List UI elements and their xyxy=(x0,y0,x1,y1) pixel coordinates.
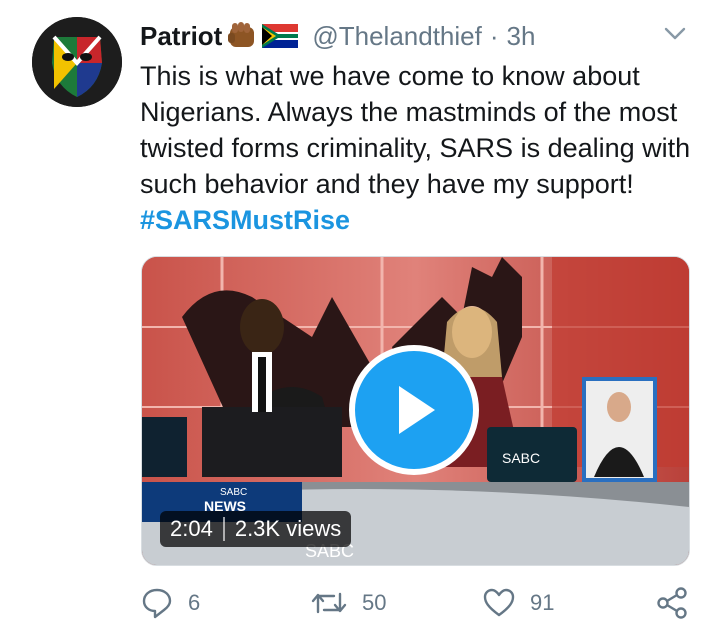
video-duration: 2:04 xyxy=(170,516,213,541)
like-button[interactable]: 91 xyxy=(482,580,554,626)
reply-count: 6 xyxy=(188,590,201,615)
raised-fist-icon xyxy=(226,21,258,51)
heart-icon xyxy=(483,588,515,617)
share-button[interactable] xyxy=(655,580,689,626)
share-icon xyxy=(657,587,687,619)
retweet-icon xyxy=(311,592,347,614)
hashtag-link[interactable]: #SARSMustRise xyxy=(140,205,350,235)
video-player[interactable]: SABC SABC NEWS SABC 2:04 2.3K views xyxy=(141,256,690,566)
channel-logo-text: SABC xyxy=(220,487,247,498)
play-button[interactable] xyxy=(349,345,479,475)
badge-divider xyxy=(222,517,225,541)
reply-button[interactable]: 6 xyxy=(140,580,200,626)
tweet-actions: 6 50 91 xyxy=(0,580,720,626)
tweet-body: This is what we have come to know about … xyxy=(140,61,691,199)
like-count: 91 xyxy=(530,590,555,615)
desk-logo-text: SABC xyxy=(502,450,540,466)
chevron-down-icon xyxy=(664,27,686,40)
reply-icon xyxy=(142,588,172,619)
video-stats-badge: 2:04 2.3K views xyxy=(160,511,352,547)
tweet-header: Patriot @Thelandthief · 3h xyxy=(140,16,535,56)
user-handle[interactable]: @Thelandthief xyxy=(312,21,482,52)
display-name[interactable]: Patriot xyxy=(140,21,222,52)
separator-dot: · xyxy=(489,20,499,51)
timestamp[interactable]: 3h xyxy=(507,21,536,52)
video-views: 2.3K views xyxy=(234,516,342,541)
play-icon xyxy=(399,386,435,434)
retweet-count: 50 xyxy=(362,590,387,615)
south-africa-flag-icon xyxy=(262,24,299,48)
avatar[interactable] xyxy=(32,17,122,107)
avatar-image xyxy=(32,17,122,107)
more-options-button[interactable] xyxy=(660,22,690,46)
retweet-button[interactable]: 50 xyxy=(310,580,386,626)
tweet-text: This is what we have come to know about … xyxy=(140,58,700,238)
